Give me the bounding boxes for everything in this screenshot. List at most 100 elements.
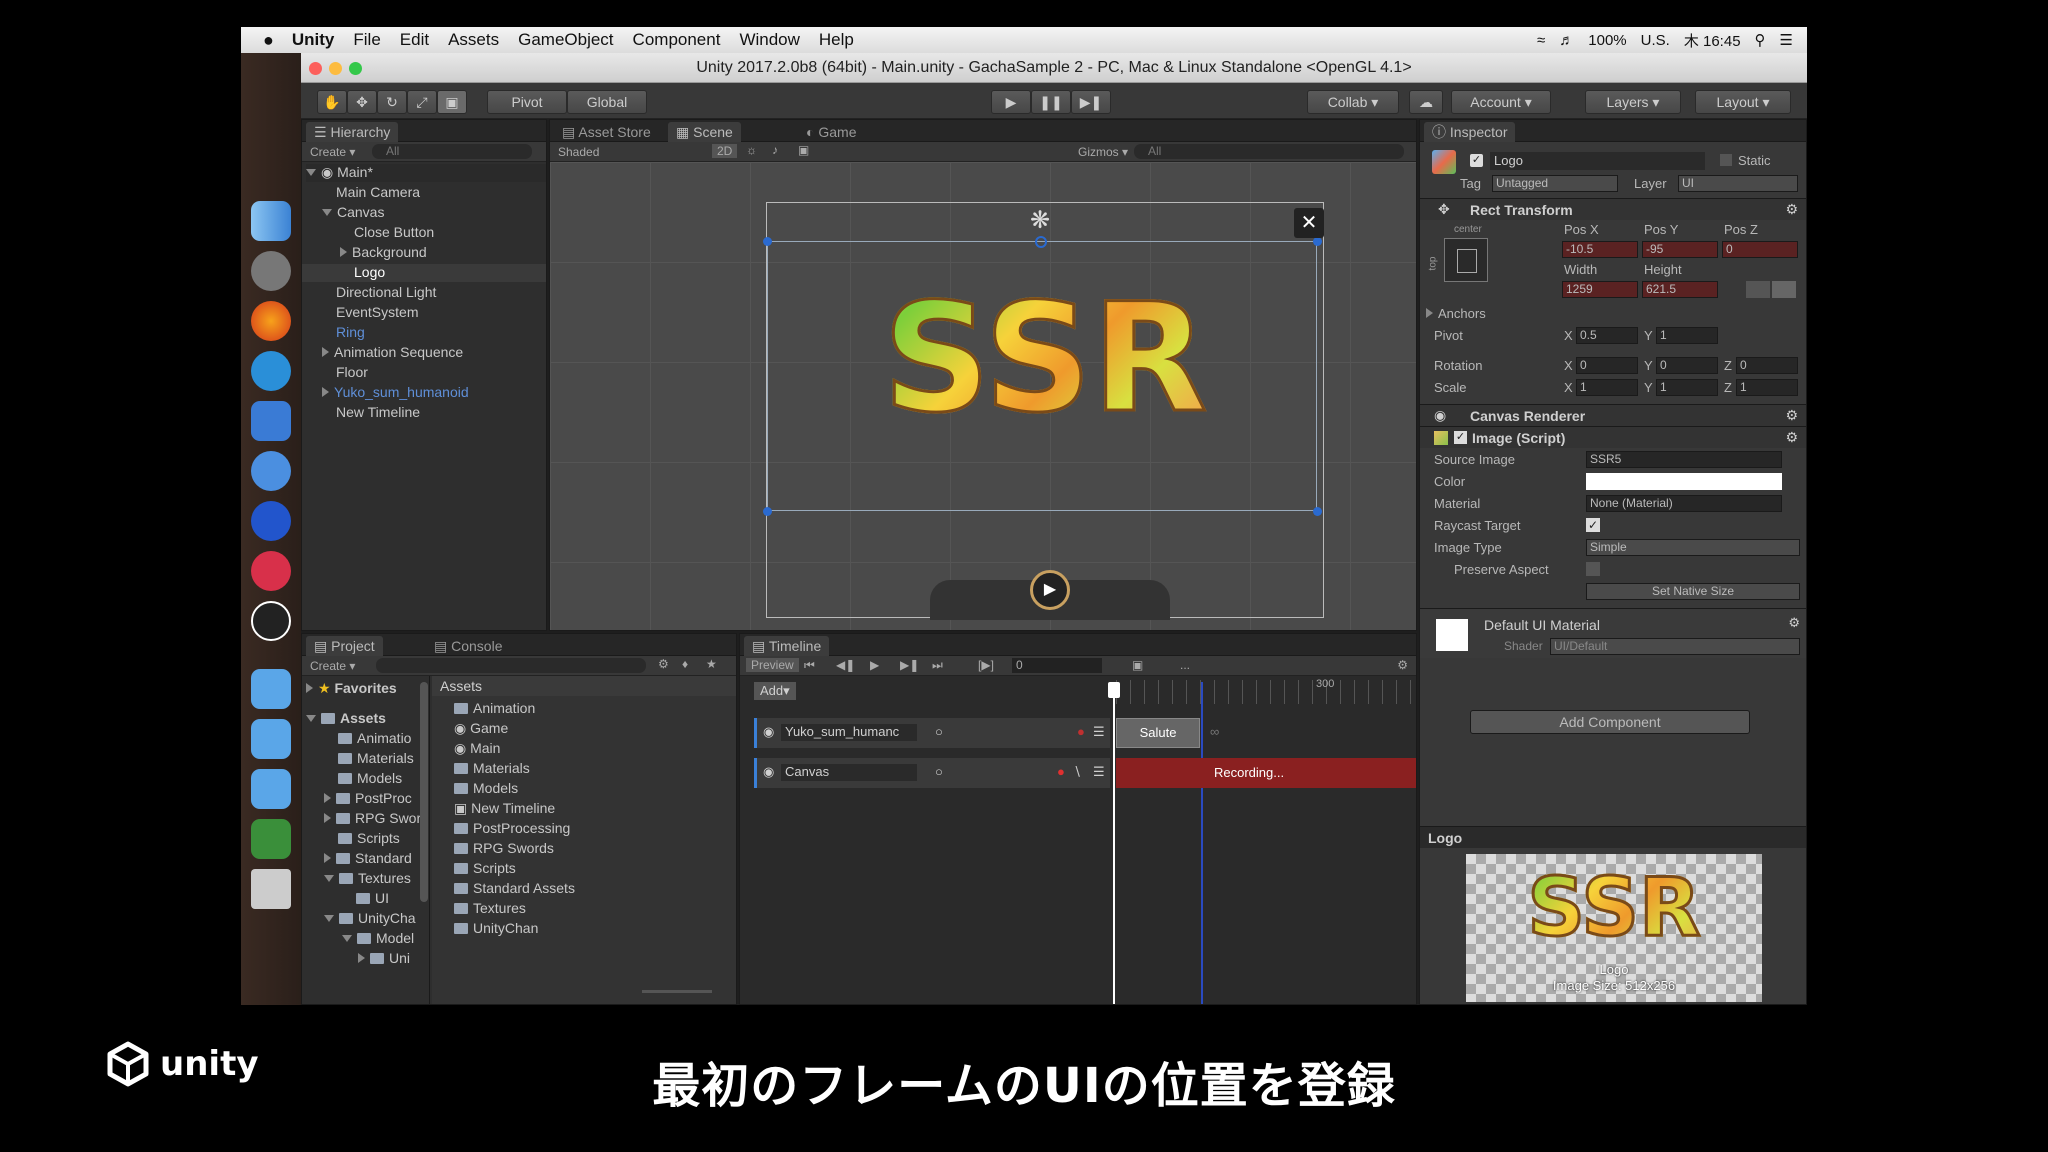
menu-assets[interactable]: Assets [448,30,499,50]
scale-y-field[interactable]: 1 [1656,379,1718,396]
layer-dropdown[interactable]: UI [1678,175,1798,192]
folder-icon[interactable] [251,769,291,809]
keynote-icon[interactable] [251,401,291,441]
tree-item[interactable]: UI [356,890,389,906]
folder-icon[interactable] [251,719,291,759]
hierarchy-item-canvas[interactable]: Canvas [322,204,384,220]
anchors-foldout[interactable]: Anchors [1426,306,1486,321]
track-menu-icon[interactable]: ☰ [1093,764,1105,780]
material-field[interactable]: None (Material) [1586,495,1782,512]
launchpad-icon[interactable] [251,251,291,291]
tree-item[interactable]: RPG Swor [324,810,421,826]
pause-button[interactable]: ❚❚ [1031,90,1071,114]
rect-handle[interactable] [763,507,772,516]
menu-component[interactable]: Component [633,30,721,50]
track-header-canvas[interactable]: ◉ Canvas ○ ● ∖ ☰ [754,758,1110,788]
asset-item[interactable]: PostProcessing [454,820,570,836]
settings-gear-icon[interactable]: ⚙ [1788,615,1800,631]
input-source-label[interactable]: U.S. [1641,32,1670,49]
track-name-field[interactable]: Canvas [781,764,917,781]
scene-search-input[interactable]: All [1134,144,1404,159]
menu-help[interactable]: Help [819,30,854,50]
timeline-options-icon[interactable]: ▣ [1132,658,1143,672]
hierarchy-scene-root[interactable]: ◉ Main* [306,164,546,182]
tab-console[interactable]: ▤ Console [426,636,511,656]
project-scrollbar[interactable] [420,682,428,902]
app-icon-d[interactable] [251,819,291,859]
tree-item[interactable]: Animatio [338,730,411,746]
goto-end-icon[interactable]: ⏭ [932,658,943,673]
tab-game[interactable]: ◐ Game [798,122,864,142]
asset-item[interactable]: Animation [454,700,535,716]
hierarchy-item-new-timeline[interactable]: New Timeline [336,404,420,420]
recording-clip[interactable]: Recording... [1116,758,1416,788]
tree-item[interactable]: Uni [358,950,410,966]
asset-item[interactable]: Scripts [454,860,516,876]
image-script-header[interactable]: ✓ Image (Script) ⚙ [1420,426,1806,448]
unity-dock-icon[interactable] [251,601,291,641]
asset-item[interactable]: ◉ Main [454,740,500,757]
canvas-renderer-header[interactable]: ◉ Canvas Renderer ⚙ [1420,404,1806,426]
zoom-window-icon[interactable] [349,62,362,75]
hierarchy-item-main-camera[interactable]: Main Camera [336,184,420,200]
account-dropdown[interactable]: Account ▾ [1451,90,1551,114]
rotation-y-field[interactable]: 0 [1656,357,1718,374]
settings-gear-icon[interactable]: ⚙ [1785,201,1798,218]
effects-toggle-icon[interactable]: ▣ [798,143,809,157]
collab-dropdown[interactable]: Collab ▾ [1307,90,1399,114]
track-menu-icon[interactable]: ☰ [1093,724,1105,740]
shader-dropdown[interactable]: UI/Default [1550,638,1800,655]
static-checkbox[interactable] [1720,154,1732,166]
rect-handle[interactable] [1313,237,1322,246]
set-native-size-button[interactable]: Set Native Size [1586,583,1800,600]
icon-size-slider[interactable] [642,990,712,993]
hierarchy-item-ring[interactable]: Ring [336,324,365,340]
finder-icon[interactable] [251,201,291,241]
move-tool-button[interactable]: ✥ [347,90,377,114]
hierarchy-item-yuko[interactable]: Yuko_sum_humanoid [322,384,469,400]
firefox-icon[interactable] [251,301,291,341]
rect-handle[interactable] [1313,507,1322,516]
timeline-play-icon[interactable]: ▶ [870,658,879,672]
tree-item[interactable]: Model [342,930,414,946]
tab-scene[interactable]: ▦ Scene [668,122,741,142]
battery-label[interactable]: 100% [1588,32,1626,49]
mode-2d-toggle[interactable]: 2D [712,144,738,158]
clock-label[interactable]: 木 16:45 [1684,30,1741,51]
pivot-y-field[interactable]: 1 [1656,327,1718,344]
raycast-target-checkbox[interactable]: ✓ [1586,518,1600,532]
menu-window[interactable]: Window [739,30,799,50]
notification-center-icon[interactable]: ☰ [1780,31,1793,49]
tree-item[interactable]: Models [338,770,402,786]
hand-tool-button[interactable]: ✋ [317,90,347,114]
blueprint-mode-button[interactable] [1746,281,1770,298]
favorites-item[interactable]: ★ Favorites [306,680,397,697]
menu-edit[interactable]: Edit [400,30,429,50]
asset-item[interactable]: Materials [454,760,530,776]
trash-icon[interactable] [251,869,291,909]
pivot-handle[interactable] [1035,236,1047,248]
curves-icon[interactable]: ∖ [1073,764,1081,780]
preserve-aspect-checkbox[interactable] [1586,562,1600,576]
raw-edit-button[interactable] [1772,281,1796,298]
scene-viewport[interactable]: ❋ ✕ SSR ▶ [550,162,1416,630]
app-icon-a[interactable] [251,451,291,491]
asset-item[interactable]: ▣ New Timeline [454,800,555,817]
tree-item[interactable]: Scripts [338,830,400,846]
folder-icon[interactable] [251,669,291,709]
hierarchy-item-eventsystem[interactable]: EventSystem [336,304,418,320]
rotate-tool-button[interactable]: ↻ [377,90,407,114]
anchor-preset-button[interactable] [1444,238,1488,282]
layout-dropdown[interactable]: Layout ▾ [1695,90,1791,114]
scale-z-field[interactable]: 1 [1736,379,1798,396]
hierarchy-item-close-button[interactable]: Close Button [354,224,434,240]
prev-frame-icon[interactable]: ◀❚ [836,658,855,672]
pos-y-field[interactable]: -95 [1642,241,1718,258]
close-window-icon[interactable] [309,62,322,75]
bound-object-picker-icon[interactable]: ○ [935,764,943,779]
hierarchy-search-input[interactable]: All [372,144,532,159]
tree-item[interactable]: Materials [338,750,414,766]
layers-dropdown[interactable]: Layers ▾ [1585,90,1681,114]
app-icon-c[interactable] [251,551,291,591]
record-button-icon[interactable]: ● [1057,764,1065,779]
